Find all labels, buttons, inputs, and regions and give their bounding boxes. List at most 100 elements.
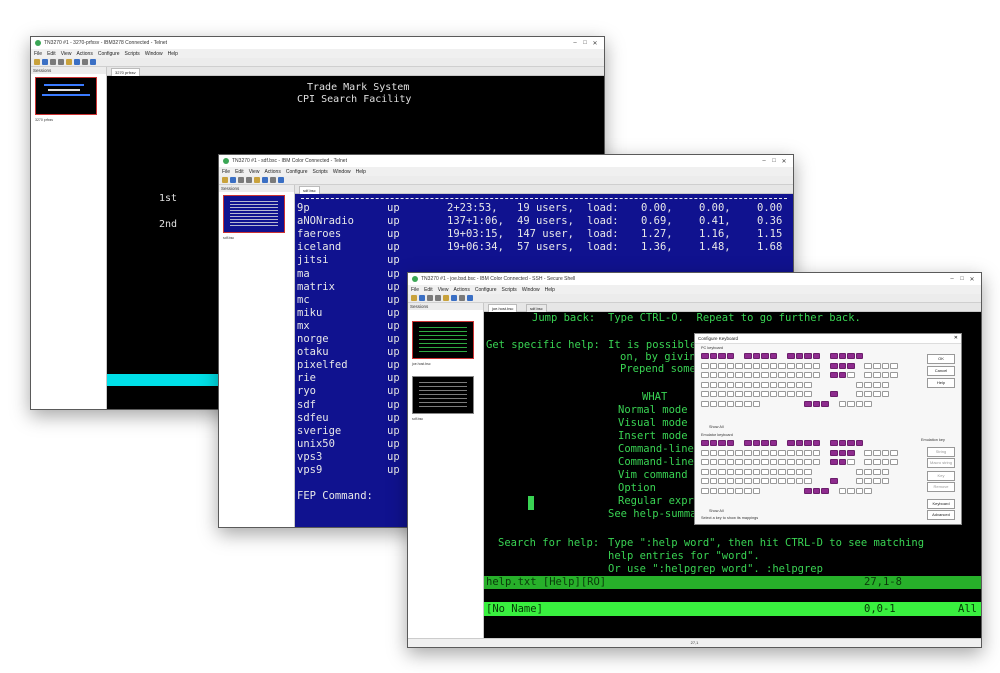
option-string[interactable]: String xyxy=(927,447,955,457)
emulator-keyboard-key[interactable] xyxy=(752,440,761,446)
menu-scripts[interactable]: Scripts xyxy=(313,169,328,175)
pc-keyboard-key[interactable] xyxy=(761,391,769,397)
pc-keyboard-key[interactable] xyxy=(890,362,898,369)
pc-keyboard-key[interactable] xyxy=(855,381,864,388)
pc-keyboard-key[interactable] xyxy=(890,372,898,378)
paste-icon[interactable] xyxy=(254,177,260,183)
emulator-keyboard-key[interactable] xyxy=(718,459,726,465)
emulator-keyboard-key[interactable] xyxy=(701,440,709,446)
pc-keyboard-key[interactable] xyxy=(701,391,709,397)
open-icon[interactable] xyxy=(34,59,40,65)
pc-keyboard-key[interactable] xyxy=(744,353,752,359)
emulator-keyboard-key[interactable] xyxy=(726,478,735,484)
pc-keyboard-key[interactable] xyxy=(761,353,769,359)
pc-keyboard-key[interactable] xyxy=(795,353,804,359)
pc-keyboard-key[interactable] xyxy=(752,400,761,407)
pc-keyboard-key[interactable] xyxy=(795,381,804,388)
connect-icon[interactable] xyxy=(451,295,457,301)
pc-keyboard-key[interactable] xyxy=(778,362,786,369)
emulator-keyboard-key[interactable] xyxy=(701,459,709,465)
tab-joe-host[interactable]: joe.host.bsc xyxy=(488,304,518,312)
emulator-keyboard-key[interactable] xyxy=(804,459,812,465)
menu-configure[interactable]: Configure xyxy=(98,51,120,57)
pc-keyboard-key[interactable] xyxy=(847,362,855,369)
pc-keyboard-key[interactable] xyxy=(864,372,872,378)
pc-keyboard-key[interactable] xyxy=(838,372,847,378)
pc-keyboard-key[interactable] xyxy=(726,400,735,407)
open-icon[interactable] xyxy=(222,177,228,183)
settings-icon[interactable] xyxy=(90,59,96,65)
emulator-keyboard-key[interactable] xyxy=(787,468,795,475)
emulator-keyboard-key[interactable] xyxy=(709,459,718,465)
menu-window[interactable]: Window xyxy=(333,169,351,175)
pc-keyboard-key[interactable] xyxy=(761,372,769,378)
emulator-keyboard-key[interactable] xyxy=(744,459,752,465)
emulator-keyboard-key[interactable] xyxy=(752,487,761,494)
emulator-keyboard-key[interactable] xyxy=(735,449,743,456)
emulator-keyboard-key[interactable] xyxy=(778,468,786,475)
pc-keyboard-key[interactable] xyxy=(812,362,821,369)
paste-icon[interactable] xyxy=(66,59,72,65)
menu-configure[interactable]: Configure xyxy=(286,169,308,175)
window-1-titlebar[interactable]: TN3270 #1 - 3270-prfxsv - IBM3278 Connec… xyxy=(31,37,604,49)
emulator-keyboard-key[interactable] xyxy=(778,478,786,484)
emulator-keyboard-key[interactable] xyxy=(735,468,743,475)
menu-help[interactable]: Help xyxy=(168,51,178,57)
pc-keyboard-key[interactable] xyxy=(709,362,718,369)
pc-keyboard-key[interactable] xyxy=(744,381,752,388)
emulator-keyboard-key[interactable] xyxy=(744,487,752,494)
pc-keyboard-key[interactable] xyxy=(701,353,709,359)
emulator-keyboard-key[interactable] xyxy=(795,459,804,465)
window-2-titlebar[interactable]: TN3270 #1 - sdf.bsc - IBM Color Connecte… xyxy=(219,155,793,167)
pc-keyboard-key[interactable] xyxy=(726,391,735,397)
pc-keyboard-key[interactable] xyxy=(701,372,709,378)
tab-3270-prfxsv[interactable]: 3270 prfxsv xyxy=(111,68,140,76)
menu-actions[interactable]: Actions xyxy=(264,169,280,175)
emulator-keyboard-key[interactable] xyxy=(881,478,890,484)
emulator-keyboard-key[interactable] xyxy=(735,459,743,465)
emulator-keyboard-key[interactable] xyxy=(709,468,718,475)
emulator-keyboard-key[interactable] xyxy=(830,478,838,484)
emulator-keyboard-key[interactable] xyxy=(787,440,795,446)
copy-icon[interactable] xyxy=(246,177,252,183)
pc-keyboard-key[interactable] xyxy=(769,391,778,397)
emulator-keyboard-key[interactable] xyxy=(847,487,855,494)
emulator-keyboard-key[interactable] xyxy=(769,449,778,456)
copy-icon[interactable] xyxy=(435,295,441,301)
emulator-keyboard-key[interactable] xyxy=(804,449,812,456)
session-thumbnail-1[interactable] xyxy=(412,321,474,359)
pc-keyboard-key[interactable] xyxy=(881,381,890,388)
emulator-keyboard-key[interactable] xyxy=(735,487,743,494)
emulator-keyboard-key[interactable] xyxy=(838,487,847,494)
pc-keyboard-key[interactable] xyxy=(752,362,761,369)
menu-file[interactable]: File xyxy=(34,51,42,57)
emulator-keyboard-key[interactable] xyxy=(778,449,786,456)
emulator-keyboard-key[interactable] xyxy=(701,487,709,494)
menu-edit[interactable]: Edit xyxy=(235,169,244,175)
cut-icon[interactable] xyxy=(427,295,433,301)
emulator-keyboard-key[interactable] xyxy=(726,459,735,465)
pc-keyboard-key[interactable] xyxy=(718,391,726,397)
emulator-keyboard-key[interactable] xyxy=(761,459,769,465)
pc-keyboard-key[interactable] xyxy=(881,362,890,369)
show-all-pc[interactable]: Show All xyxy=(709,425,724,429)
menu-edit[interactable]: Edit xyxy=(424,287,433,293)
emulator-keyboard-key[interactable] xyxy=(752,459,761,465)
emulator-keyboard-key[interactable] xyxy=(795,449,804,456)
menu-help[interactable]: Help xyxy=(545,287,555,293)
pc-keyboard-key[interactable] xyxy=(709,400,718,407)
ok-button[interactable]: OK xyxy=(927,354,955,364)
cut-icon[interactable] xyxy=(50,59,56,65)
emulator-keyboard-key[interactable] xyxy=(873,449,881,456)
pc-keyboard-key[interactable] xyxy=(718,353,726,359)
menu-edit[interactable]: Edit xyxy=(47,51,56,57)
menu-window[interactable]: Window xyxy=(145,51,163,57)
emulator-keyboard-key[interactable] xyxy=(812,440,821,446)
pc-keyboard-key[interactable] xyxy=(812,353,821,359)
menu-help[interactable]: Help xyxy=(356,169,366,175)
dialog-close-icon[interactable]: ✕ xyxy=(954,335,958,341)
save-icon[interactable] xyxy=(419,295,425,301)
pc-keyboard-key[interactable] xyxy=(855,400,864,407)
paste-icon[interactable] xyxy=(443,295,449,301)
pc-keyboard-key[interactable] xyxy=(804,362,812,369)
